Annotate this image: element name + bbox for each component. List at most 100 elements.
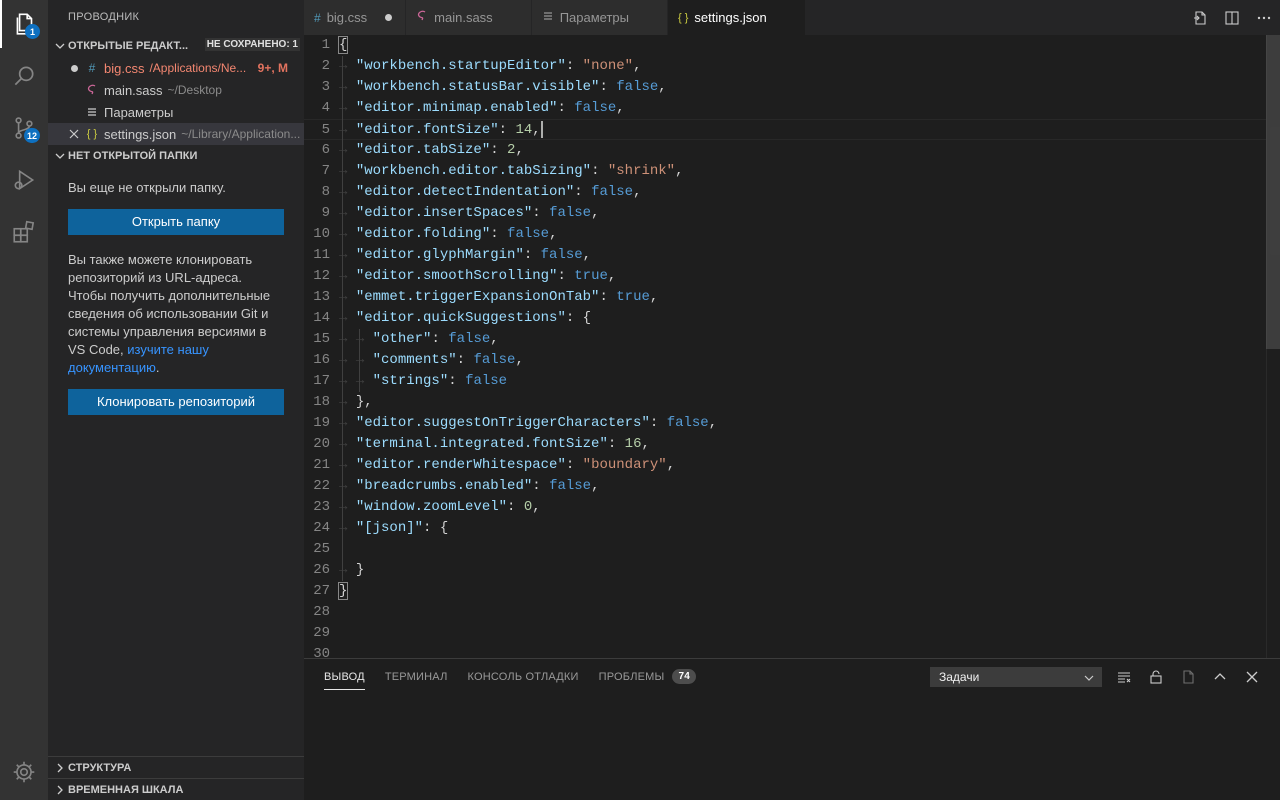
code-line[interactable]: 15 → → "other": false, <box>304 329 1266 350</box>
more-actions-button[interactable] <box>1248 10 1280 26</box>
code-token: "editor.tabSize" <box>355 142 491 158</box>
tab-settings-json[interactable]: { } settings.json <box>668 0 806 35</box>
code-line[interactable]: 18 → }, <box>304 392 1266 413</box>
code-line[interactable]: 14 → "editor.quickSuggestions": { <box>304 308 1266 329</box>
lock-icon <box>1150 670 1162 684</box>
open-settings-ui-button[interactable] <box>1184 10 1216 26</box>
code-line[interactable]: 24 → "[json]": { <box>304 518 1266 539</box>
open-editor-settings[interactable]: Параметры <box>48 101 304 123</box>
code-token: , <box>641 436 650 452</box>
tab-problems[interactable]: ПРОБЛЕМЫ 74 <box>599 659 697 694</box>
no-folder-label: НЕТ ОТКРЫТОЙ ПАПКИ <box>68 150 198 162</box>
lock-scroll-button[interactable] <box>1140 669 1172 685</box>
close-icon[interactable] <box>64 129 84 139</box>
close-panel-button[interactable] <box>1236 669 1268 685</box>
open-folder-button[interactable]: Открыть папку <box>68 209 284 235</box>
open-editors-header[interactable]: ОТКРЫТЫЕ РЕДАКТ... НЕ СОХРАНЕНО: 1 <box>48 35 304 57</box>
code-line[interactable]: 27} <box>304 581 1266 602</box>
split-editor-button[interactable] <box>1216 10 1248 26</box>
line-number: 12 <box>313 268 330 284</box>
code-line[interactable]: 5 → "editor.fontSize": 14, <box>304 119 1266 140</box>
sass-icon <box>84 84 100 96</box>
code-line[interactable]: 28 <box>304 602 1266 623</box>
tab-label: main.sass <box>434 10 493 25</box>
close-icon <box>1246 671 1258 682</box>
open-editor-main-sass[interactable]: main.sass ~/Desktop <box>48 79 304 101</box>
line-code: → → "other": false, <box>339 329 499 350</box>
vertical-scrollbar[interactable] <box>1266 35 1280 658</box>
timeline-header[interactable]: ВРЕМЕННАЯ ШКАЛА <box>48 779 304 800</box>
explorer-sidebar: ПРОВОДНИК ОТКРЫТЫЕ РЕДАКТ... НЕ СОХРАНЕН… <box>48 0 304 800</box>
code-line[interactable]: 9 → "editor.insertSpaces": false, <box>304 203 1266 224</box>
code-line[interactable]: 16 → → "comments": false, <box>304 350 1266 371</box>
code-line[interactable]: 17 → → "strings": false <box>304 371 1266 392</box>
dirty-dot-icon[interactable] <box>381 14 395 21</box>
code-token: 14 <box>515 122 533 138</box>
tab-terminal[interactable]: ТЕРМИНАЛ <box>385 659 448 694</box>
clone-repository-button[interactable]: Клонировать репозиторий <box>68 389 284 415</box>
maximize-panel-button[interactable] <box>1204 669 1236 685</box>
code-token: 16 <box>624 436 642 452</box>
open-editor-settings-json[interactable]: { } settings.json ~/Library/Application.… <box>48 123 304 145</box>
code-line[interactable]: 12 → "editor.smoothScrolling": true, <box>304 266 1266 287</box>
code-line[interactable]: 19 → "editor.suggestOnTriggerCharacters":… <box>304 413 1266 434</box>
line-number: 29 <box>313 625 330 641</box>
code-line[interactable]: 11 → "editor.glyphMargin": false, <box>304 245 1266 266</box>
code-line[interactable]: 6 → "editor.tabSize": 2, <box>304 140 1266 161</box>
code-line[interactable]: 10 → "editor.folding": false, <box>304 224 1266 245</box>
code-line[interactable]: 30 <box>304 644 1266 658</box>
source-control-button[interactable]: 12 <box>0 104 48 152</box>
code-token: }, <box>355 394 373 410</box>
clone-text-end: . <box>155 360 160 375</box>
open-editor-big-css[interactable]: # big.css /Applications/Ne... 9+, M <box>48 57 304 79</box>
code-token: 0 <box>523 499 533 515</box>
code-line[interactable]: 20 → "terminal.integrated.fontSize": 16, <box>304 434 1266 455</box>
line-number: 8 <box>321 184 330 200</box>
tab-big-css[interactable]: # big.css <box>304 0 407 35</box>
code-token: : <box>607 436 625 452</box>
tab-output[interactable]: ВЫВОД <box>324 659 365 694</box>
line-code: → "[json]": { <box>339 518 448 539</box>
code-token: , <box>515 352 524 368</box>
open-log-button[interactable] <box>1172 669 1204 685</box>
code-line[interactable]: 4 → "editor.minimap.enabled": false, <box>304 98 1266 119</box>
code-line[interactable]: 13 → "emmet.triggerExpansionOnTab": true, <box>304 287 1266 308</box>
clear-output-button[interactable] <box>1108 669 1140 685</box>
code-line[interactable]: 29 <box>304 623 1266 644</box>
settings-icon <box>84 106 100 118</box>
line-number: 14 <box>313 310 330 326</box>
tab-debug-console[interactable]: КОНСОЛЬ ОТЛАДКИ <box>468 659 579 694</box>
code-line[interactable]: 23 → "window.zoomLevel": 0, <box>304 497 1266 518</box>
code-line[interactable]: 7 → "workbench.editor.tabSizing": "shrink… <box>304 161 1266 182</box>
code-editor[interactable]: 1{2 → "workbench.startupEditor": "none", 3… <box>304 35 1280 658</box>
code-line[interactable]: 26 → } <box>304 560 1266 581</box>
outline-header[interactable]: СТРУКТУРА <box>48 757 304 779</box>
open-editors-list: # big.css /Applications/Ne... 9+, M main… <box>48 57 304 145</box>
no-folder-header[interactable]: НЕТ ОТКРЫТОЙ ПАПКИ <box>48 145 304 167</box>
manage-button[interactable] <box>0 748 48 796</box>
dirty-dot-icon[interactable] <box>64 64 84 72</box>
output-channel-select[interactable]: Задачи <box>930 667 1102 687</box>
code-line[interactable]: 3 → "workbench.statusBar.visible": false, <box>304 77 1266 98</box>
explorer-button[interactable]: 1 <box>0 0 48 48</box>
code-token: : <box>574 184 592 200</box>
search-button[interactable] <box>0 52 48 100</box>
scrollbar-thumb[interactable] <box>1266 35 1280 349</box>
code-token: false <box>473 352 516 368</box>
code-token: "editor.smoothScrolling" <box>355 268 558 284</box>
run-debug-button[interactable] <box>0 156 48 204</box>
code-line[interactable]: 25 <box>304 539 1266 560</box>
line-code: → "workbench.startupEditor": "none", <box>339 56 642 77</box>
code-line[interactable]: 21 → "editor.renderWhitespace": "boundary… <box>304 455 1266 476</box>
extensions-button[interactable] <box>0 208 48 256</box>
code-line[interactable]: 8 → "editor.detectIndentation": false, <box>304 182 1266 203</box>
tab-main-sass[interactable]: main.sass <box>406 0 532 35</box>
code-line[interactable]: 22 → "breadcrumbs.enabled": false, <box>304 476 1266 497</box>
clear-all-icon <box>1118 671 1131 683</box>
code-token: "strings" <box>372 373 449 389</box>
code-line[interactable]: 2 → "workbench.startupEditor": "none", <box>304 56 1266 77</box>
code-line[interactable]: 1{ <box>304 35 1266 56</box>
line-code: → "editor.quickSuggestions": { <box>339 308 591 329</box>
tab-settings[interactable]: Параметры <box>531 0 668 35</box>
json-file-icon: { } <box>86 128 98 140</box>
